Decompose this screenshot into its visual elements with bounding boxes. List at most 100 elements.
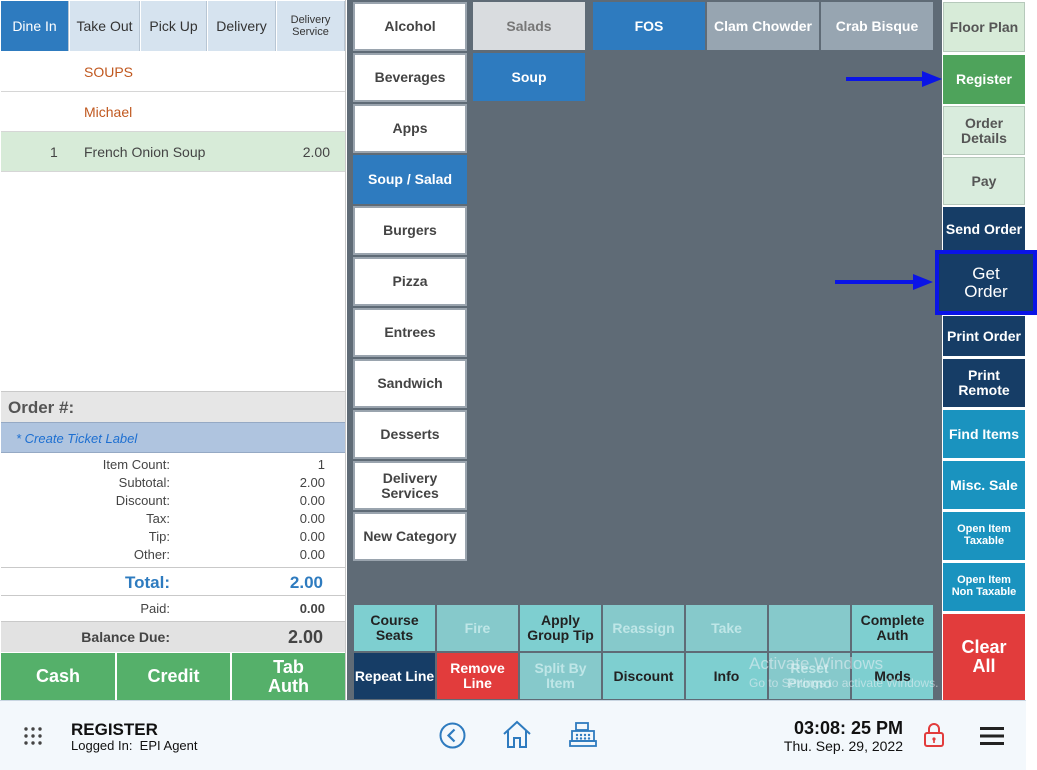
menu-item-crab-bisque[interactable]: Crab Bisque [821,2,933,50]
balance-label: Balance Due: [81,629,170,645]
arrow-icon [846,69,942,89]
pay-button[interactable]: Pay [943,157,1025,205]
other-label: Other: [133,547,170,562]
get-order-button[interactable]: Get Order [935,250,1037,315]
tax-label: Tax: [146,511,170,526]
blank-action-button[interactable] [769,605,850,651]
print-remote-button[interactable]: Print Remote [943,359,1025,407]
tab-delivery[interactable]: Delivery [208,1,276,51]
item-count-value: 1 [317,457,325,472]
tab-dine-in[interactable]: Dine In [1,1,69,51]
tab-pick-up[interactable]: Pick Up [141,1,207,51]
category-beverages[interactable]: Beverages [353,53,467,102]
register-button[interactable]: Register [943,55,1025,104]
open-item-taxable-button[interactable]: Open Item Taxable [943,512,1025,560]
misc-sale-button[interactable]: Misc. Sale [943,461,1025,509]
total-label: Total: [124,573,170,592]
repeat-line-button[interactable]: Repeat Line [354,653,435,699]
category-pizza[interactable]: Pizza [353,257,467,306]
total-row: Total: 2.00 [1,567,345,596]
item-count-label: Item Count: [102,457,170,472]
take-button[interactable]: Take [686,605,767,651]
tax-row: Tax: 0.00 [1,509,345,527]
item-count-row: Item Count: 1 [1,455,345,473]
logged-in-text: Logged In: EPI Agent [71,738,198,753]
complete-auth-button[interactable]: Complete Auth [852,605,933,651]
course-header: SOUPS [84,64,134,80]
info-button[interactable]: Info [686,653,767,699]
category-entrees[interactable]: Entrees [353,308,467,357]
discount-row: Discount: 0.00 [1,491,345,509]
category-alcohol[interactable]: Alcohol [353,2,467,51]
tax-value: 0.00 [299,511,325,526]
category-apps[interactable]: Apps [353,104,467,153]
item-price: 2.00 [302,144,330,160]
clock-date: Thu. Sep. 29, 2022 [783,738,903,754]
fire-button[interactable]: Fire [437,605,518,651]
discount-value: 0.00 [299,493,325,508]
register-icon[interactable] [569,721,597,748]
order-number-bar: Order #: [1,391,345,422]
tip-row: Tip: 0.00 [1,527,345,545]
tab-delivery-service[interactable]: Delivery Service [277,1,345,51]
subtotal-value: 2.00 [299,475,325,490]
order-details-button[interactable]: Order Details [943,106,1025,155]
grid-icon[interactable] [23,726,43,746]
subtotal-row: Subtotal: 2.00 [1,473,345,491]
split-by-item-button[interactable]: Split By Item [520,653,601,699]
arrow-icon [835,272,933,292]
menu-item-fos[interactable]: FOS [593,2,705,50]
home-icon[interactable] [502,720,532,749]
balance-due-row: Balance Due: 2.00 [1,621,345,652]
seat-name: Michael [84,104,133,120]
discount-button[interactable]: Discount [603,653,684,699]
reset-promo-button[interactable]: Reset Promo [769,653,850,699]
clear-all-button[interactable]: Clear All [943,614,1025,700]
paid-value: 0.00 [299,601,325,616]
tab-auth-button[interactable]: Tab Auth [232,653,345,700]
course-header-row[interactable]: SOUPS [1,52,345,92]
course-seats-button[interactable]: Course Seats [354,605,435,651]
reassign-button[interactable]: Reassign [603,605,684,651]
apply-group-tip-button[interactable]: Apply Group Tip [520,605,601,651]
mods-button[interactable]: Mods [852,653,933,699]
ticket-label-text: * Create Ticket Label [16,431,138,446]
category-desserts[interactable]: Desserts [353,410,467,459]
order-number-label: Order #: [8,398,75,417]
order-line-item[interactable]: 1 French Onion Soup 2.00 [1,132,345,172]
send-order-button[interactable]: Send Order [943,207,1025,252]
clock-time: 03:08: 25 PM [793,718,903,738]
category-burgers[interactable]: Burgers [353,206,467,255]
menu-icon[interactable] [980,726,1004,746]
paid-label: Paid: [140,601,170,616]
subcategory-soup[interactable]: Soup [473,53,585,101]
category-sandwich[interactable]: Sandwich [353,359,467,408]
find-items-button[interactable]: Find Items [943,410,1025,458]
discount-label: Discount: [115,493,170,508]
category-soup-salad[interactable]: Soup / Salad [353,155,467,204]
cash-button[interactable]: Cash [1,653,115,700]
other-value: 0.00 [299,547,325,562]
seat-row[interactable]: Michael [1,92,345,132]
lock-icon[interactable] [923,722,945,748]
category-new-category[interactable]: New Category [353,512,467,561]
balance-value: 2.00 [287,627,323,647]
create-ticket-label[interactable]: * Create Ticket Label [1,422,345,453]
floor-plan-button[interactable]: Floor Plan [943,2,1025,52]
tab-take-out[interactable]: Take Out [70,1,140,51]
menu-item-clam-chowder[interactable]: Clam Chowder [707,2,819,50]
paid-row: Paid: 0.00 [1,597,345,620]
item-qty: 1 [50,144,58,160]
total-value: 2.00 [289,573,323,592]
print-order-button[interactable]: Print Order [943,316,1025,356]
open-item-non-taxable-button[interactable]: Open Item Non Taxable [943,563,1025,611]
subcategory-salads[interactable]: Salads [473,2,585,50]
tip-label: Tip: [148,529,170,544]
item-name: French Onion Soup [84,144,206,160]
category-delivery-services[interactable]: Delivery Services [353,461,467,510]
remove-line-button[interactable]: Remove Line [437,653,518,699]
credit-button[interactable]: Credit [117,653,230,700]
tip-value: 0.00 [299,529,325,544]
back-icon[interactable] [439,722,466,749]
subtotal-label: Subtotal: [118,475,170,490]
